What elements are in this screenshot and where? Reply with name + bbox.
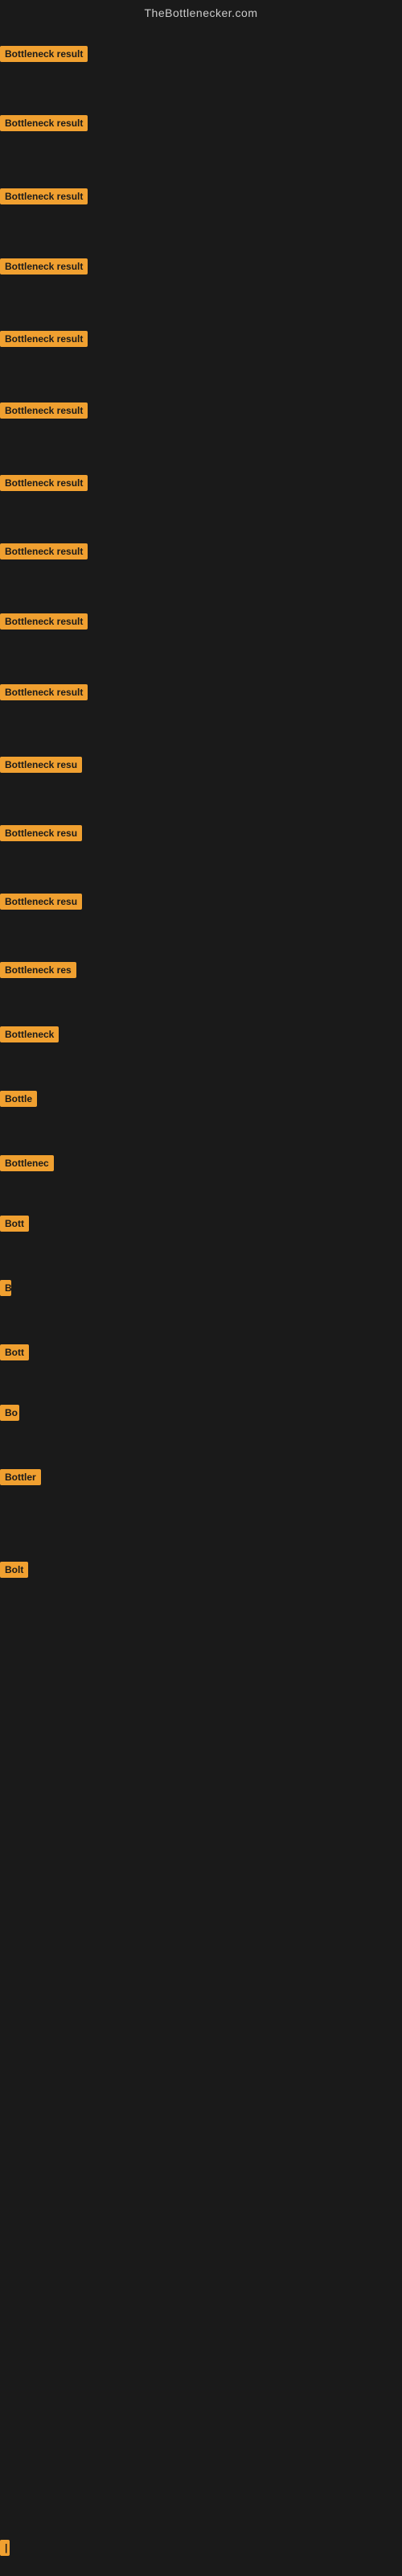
- bottleneck-badge: Bottleneck result: [0, 475, 88, 491]
- bottleneck-result-item: Bottle: [0, 1091, 37, 1111]
- bottleneck-result-item: Bottleneck result: [0, 115, 88, 135]
- bottleneck-badge: Bottler: [0, 1469, 41, 1485]
- bottleneck-badge: Bottlenec: [0, 1155, 54, 1171]
- bottleneck-badge: Bottleneck result: [0, 258, 88, 275]
- bottleneck-result-item: Bottleneck result: [0, 475, 88, 495]
- bottleneck-badge: Bottleneck res: [0, 962, 76, 978]
- bottleneck-badge: Bottleneck result: [0, 402, 88, 419]
- bottleneck-badge: Bottleneck result: [0, 115, 88, 131]
- bottleneck-result-item: Bott: [0, 1216, 29, 1236]
- bottleneck-badge: Bottleneck result: [0, 613, 88, 630]
- bottleneck-badge: Bottleneck result: [0, 543, 88, 559]
- bottleneck-result-item: |: [0, 2540, 10, 2560]
- bottleneck-badge: Bottleneck resu: [0, 757, 82, 773]
- bottleneck-badge: Bottleneck result: [0, 188, 88, 204]
- bottleneck-result-item: Bott: [0, 1344, 29, 1364]
- bottleneck-badge: Bottleneck result: [0, 46, 88, 62]
- bottleneck-result-item: B: [0, 1280, 11, 1300]
- bottleneck-badge: Bottleneck result: [0, 684, 88, 700]
- bottleneck-result-item: Bottleneck resu: [0, 757, 82, 777]
- bottleneck-badge: Bottleneck resu: [0, 894, 82, 910]
- bottleneck-result-item: Bo: [0, 1405, 19, 1425]
- bottleneck-badge: B: [0, 1280, 11, 1296]
- bottleneck-result-item: Bottleneck resu: [0, 894, 82, 914]
- bottleneck-result-item: Bottleneck result: [0, 684, 88, 704]
- bottleneck-result-item: Bottlenec: [0, 1155, 54, 1175]
- bottleneck-badge: Bolt: [0, 1562, 28, 1578]
- bottleneck-result-item: Bottler: [0, 1469, 41, 1489]
- site-title: TheBottlenecker.com: [0, 0, 402, 26]
- bottleneck-result-item: Bottleneck result: [0, 543, 88, 564]
- bottleneck-result-item: Bottleneck result: [0, 613, 88, 634]
- bottleneck-badge: Bottleneck resu: [0, 825, 82, 841]
- bottleneck-result-item: Bottleneck result: [0, 258, 88, 279]
- bottleneck-badge: Bottleneck: [0, 1026, 59, 1042]
- bottleneck-badge: Bott: [0, 1344, 29, 1360]
- bottleneck-result-item: Bottleneck result: [0, 402, 88, 423]
- bottleneck-badge: |: [0, 2540, 10, 2556]
- bottleneck-badge: Bottle: [0, 1091, 37, 1107]
- bottleneck-result-item: Bottleneck result: [0, 188, 88, 208]
- bottleneck-badge: Bo: [0, 1405, 19, 1421]
- bottleneck-result-item: Bottleneck resu: [0, 825, 82, 845]
- bottleneck-result-item: Bottleneck result: [0, 46, 88, 66]
- bottleneck-badge: Bottleneck result: [0, 331, 88, 347]
- bottleneck-badge: Bott: [0, 1216, 29, 1232]
- bottleneck-result-item: Bottleneck res: [0, 962, 76, 982]
- bottleneck-result-item: Bottleneck: [0, 1026, 59, 1046]
- bottleneck-result-item: Bolt: [0, 1562, 28, 1582]
- bottleneck-result-item: Bottleneck result: [0, 331, 88, 351]
